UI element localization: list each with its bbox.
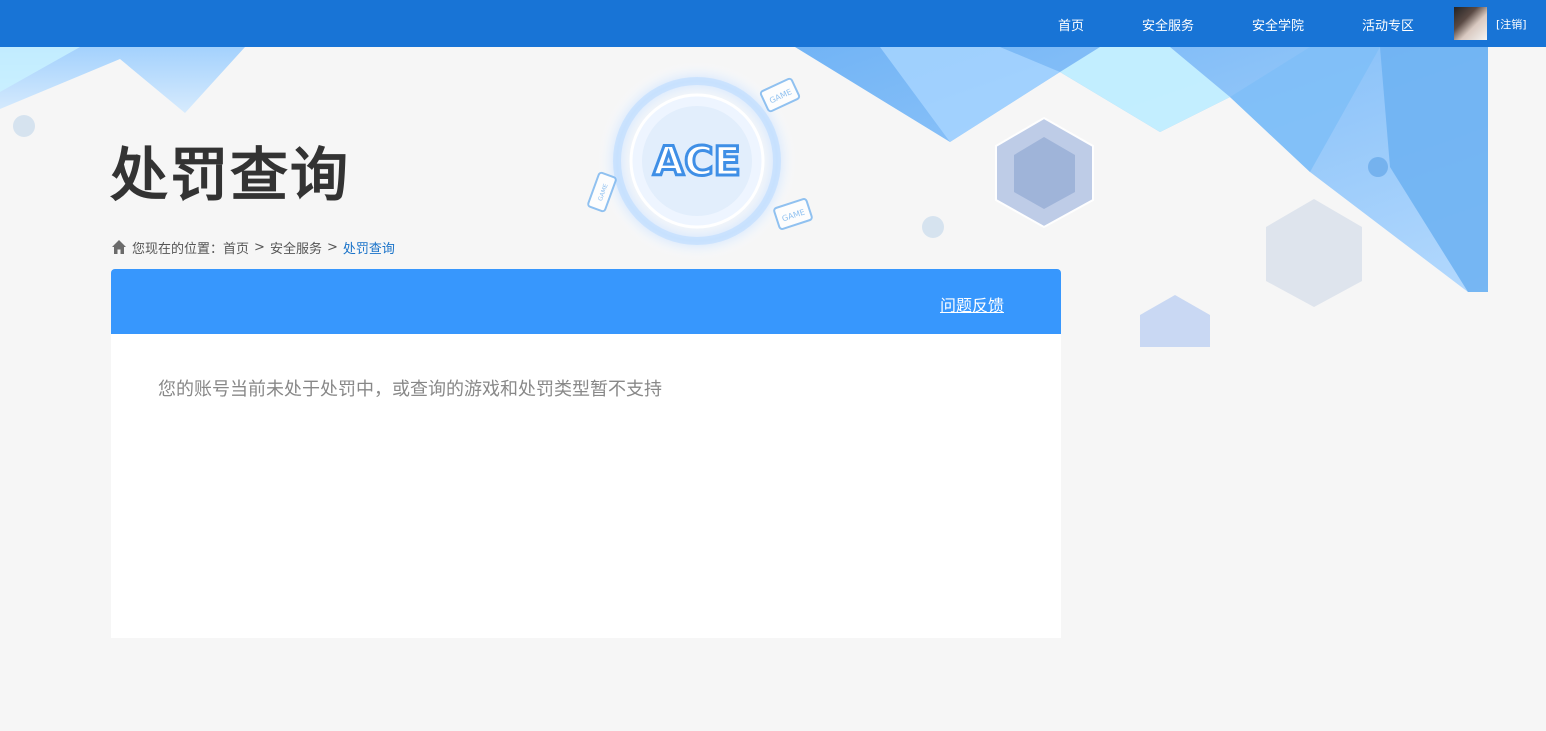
panel-header: 问题反馈: [111, 269, 1061, 334]
breadcrumb-item-security-service[interactable]: 安全服务: [270, 238, 322, 257]
page-title: 处罚查询: [110, 141, 351, 209]
status-message: 您的账号当前未处于处罚中，或查询的游戏和处罚类型暂不支持: [158, 379, 662, 400]
feedback-link[interactable]: 问题反馈: [940, 292, 1004, 316]
logout-link[interactable]: [注销]: [1496, 16, 1527, 32]
home-icon: [112, 240, 126, 254]
nav-item-security-academy[interactable]: 安全学院: [1252, 15, 1304, 34]
breadcrumb-prefix: 您现在的位置：: [132, 241, 224, 257]
top-nav-bar: 首页 安全服务 安全学院 活动专区 [注销]: [0, 0, 1546, 47]
breadcrumb-separator: >: [254, 239, 265, 255]
breadcrumb-item-current: 处罚查询: [342, 241, 395, 257]
ace-logo-text: ACE: [653, 139, 741, 185]
panel-body: 您的账号当前未处于处罚中，或查询的游戏和处罚类型暂不支持: [111, 334, 1061, 638]
nav-item-home[interactable]: 首页: [1058, 15, 1084, 34]
nav-item-activity-zone[interactable]: 活动专区: [1362, 15, 1414, 34]
avatar[interactable]: [1454, 7, 1487, 40]
breadcrumb-separator: >: [326, 239, 338, 255]
nav-item-security-service[interactable]: 安全服务: [1142, 15, 1194, 34]
breadcrumb-item-home[interactable]: 首页: [223, 238, 249, 257]
breadcrumb: 您现在的位置： 首页 > 安全服务 > 处罚查询: [111, 238, 395, 257]
